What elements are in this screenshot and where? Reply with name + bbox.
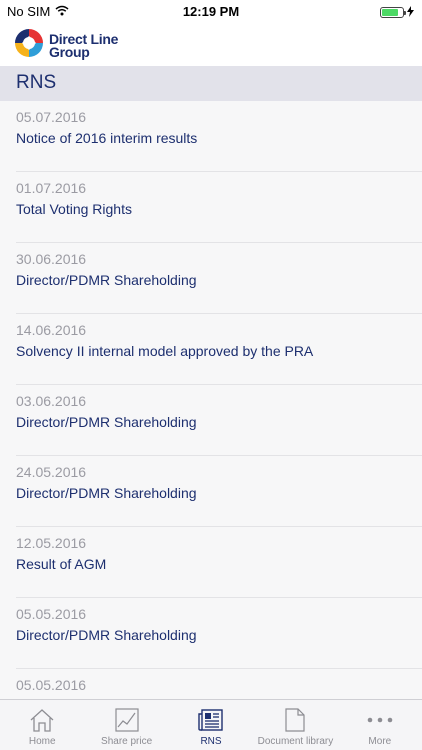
rns-title: Result of AGM <box>16 556 107 572</box>
rns-date: 24.05.2016 <box>16 464 87 480</box>
tab-label: More <box>368 736 392 747</box>
rns-list[interactable]: 05.07.2016 Notice of 2016 interim result… <box>0 101 422 699</box>
tab-bar: Home Share price RNS Document library Mo… <box>0 699 422 750</box>
rns-date: 05.07.2016 <box>16 109 87 125</box>
status-right <box>380 5 414 20</box>
rns-list-item[interactable]: 03.06.2016 Director/PDMR Shareholding <box>0 385 422 456</box>
rns-list-item[interactable]: 05.05.2016 Director/PDMR Shareholding <box>0 598 422 669</box>
logo-mark-icon <box>12 26 46 65</box>
tab-document-library[interactable]: Document library <box>253 700 337 750</box>
rns-date: 30.06.2016 <box>16 251 87 267</box>
home-icon <box>0 708 84 732</box>
tab-label: RNS <box>200 736 222 747</box>
rns-list-item[interactable]: 12.05.2016 Result of AGM <box>0 527 422 598</box>
tab-more[interactable]: More <box>338 700 422 750</box>
rns-title: Director/PDMR Shareholding <box>16 485 197 501</box>
rns-list-item[interactable]: 24.05.2016 Director/PDMR Shareholding <box>0 456 422 527</box>
rns-date: 03.06.2016 <box>16 393 87 409</box>
tab-home[interactable]: Home <box>0 700 84 750</box>
rns-date: 01.07.2016 <box>16 180 87 196</box>
rns-title: Director/PDMR Shareholding <box>16 272 197 288</box>
rns-list-item[interactable]: 05.05.2016 <box>0 669 422 699</box>
battery-nub <box>404 11 406 15</box>
rns-list-item[interactable]: 01.07.2016 Total Voting Rights <box>0 172 422 243</box>
logo-line-2: Group <box>49 43 90 60</box>
more-dots-icon <box>338 708 422 732</box>
direct-line-group-logo[interactable]: Direct Line Group <box>12 26 118 65</box>
tab-label: Document library <box>257 736 334 747</box>
logo-wordmark: Direct Line Group <box>49 32 118 60</box>
rns-list-item[interactable]: 14.06.2016 Solvency II internal model ap… <box>0 314 422 385</box>
rns-title: Total Voting Rights <box>16 201 132 217</box>
app-header: Direct Line Group <box>0 22 422 66</box>
rns-title: Director/PDMR Shareholding <box>16 414 197 430</box>
tab-rns[interactable]: RNS <box>169 700 253 750</box>
rns-date: 05.05.2016 <box>16 677 87 693</box>
battery-level <box>382 9 398 16</box>
charging-icon <box>407 5 414 20</box>
tab-label: Share price <box>101 736 153 747</box>
rns-date: 12.05.2016 <box>16 535 87 551</box>
rns-title: Director/PDMR Shareholding <box>16 627 197 643</box>
page-title: RNS <box>16 72 57 93</box>
status-bar: No SIM 12:19 PM <box>0 0 422 22</box>
tab-label: Home <box>28 736 56 747</box>
battery-icon <box>380 7 406 18</box>
document-icon <box>253 708 337 732</box>
news-icon <box>169 708 253 732</box>
status-time: 12:19 PM <box>182 4 240 19</box>
rns-list-item[interactable]: 30.06.2016 Director/PDMR Shareholding <box>0 243 422 314</box>
rns-date: 14.06.2016 <box>16 322 87 338</box>
section-header: RNS <box>0 66 422 101</box>
rns-date: 05.05.2016 <box>16 606 87 622</box>
rns-list-item[interactable]: 05.07.2016 Notice of 2016 interim result… <box>0 101 422 172</box>
rns-title: Notice of 2016 interim results <box>16 130 198 146</box>
share-price-chart-icon <box>84 708 168 732</box>
tab-share-price[interactable]: Share price <box>84 700 168 750</box>
rns-title: Solvency II internal model approved by t… <box>16 343 314 359</box>
